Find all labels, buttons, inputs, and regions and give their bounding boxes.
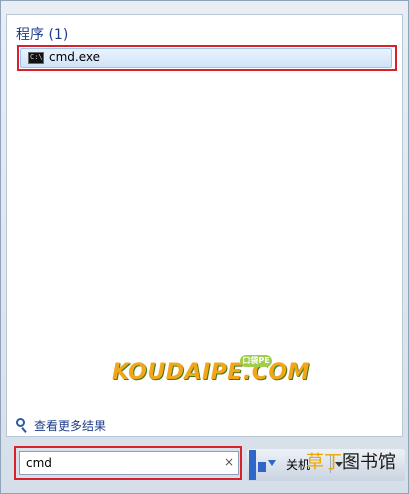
search-input[interactable] [19, 451, 239, 475]
overlay-brand-part1: 草丁 [306, 452, 342, 473]
result-label[interactable]: cmd.exe [49, 50, 100, 64]
search-icon [16, 418, 25, 427]
see-more-results-label: 查看更多结果 [34, 419, 107, 433]
watermark-text: KOUDAIPE.COM [112, 360, 310, 385]
logo-icon [249, 450, 276, 480]
overlay-brand: 草丁图书馆 [306, 448, 396, 474]
clear-search-button[interactable]: × [224, 455, 234, 469]
watermark-badge: 口袋PE [240, 355, 272, 367]
section-title-programs: 程序 (1) [16, 27, 69, 43]
search-input-value[interactable]: cmd [26, 456, 52, 470]
see-more-results-link[interactable]: 查看更多结果 [16, 417, 106, 434]
overlay-brand-part2: 图书馆 [342, 452, 396, 473]
cmd-icon: C:\ [28, 52, 44, 64]
